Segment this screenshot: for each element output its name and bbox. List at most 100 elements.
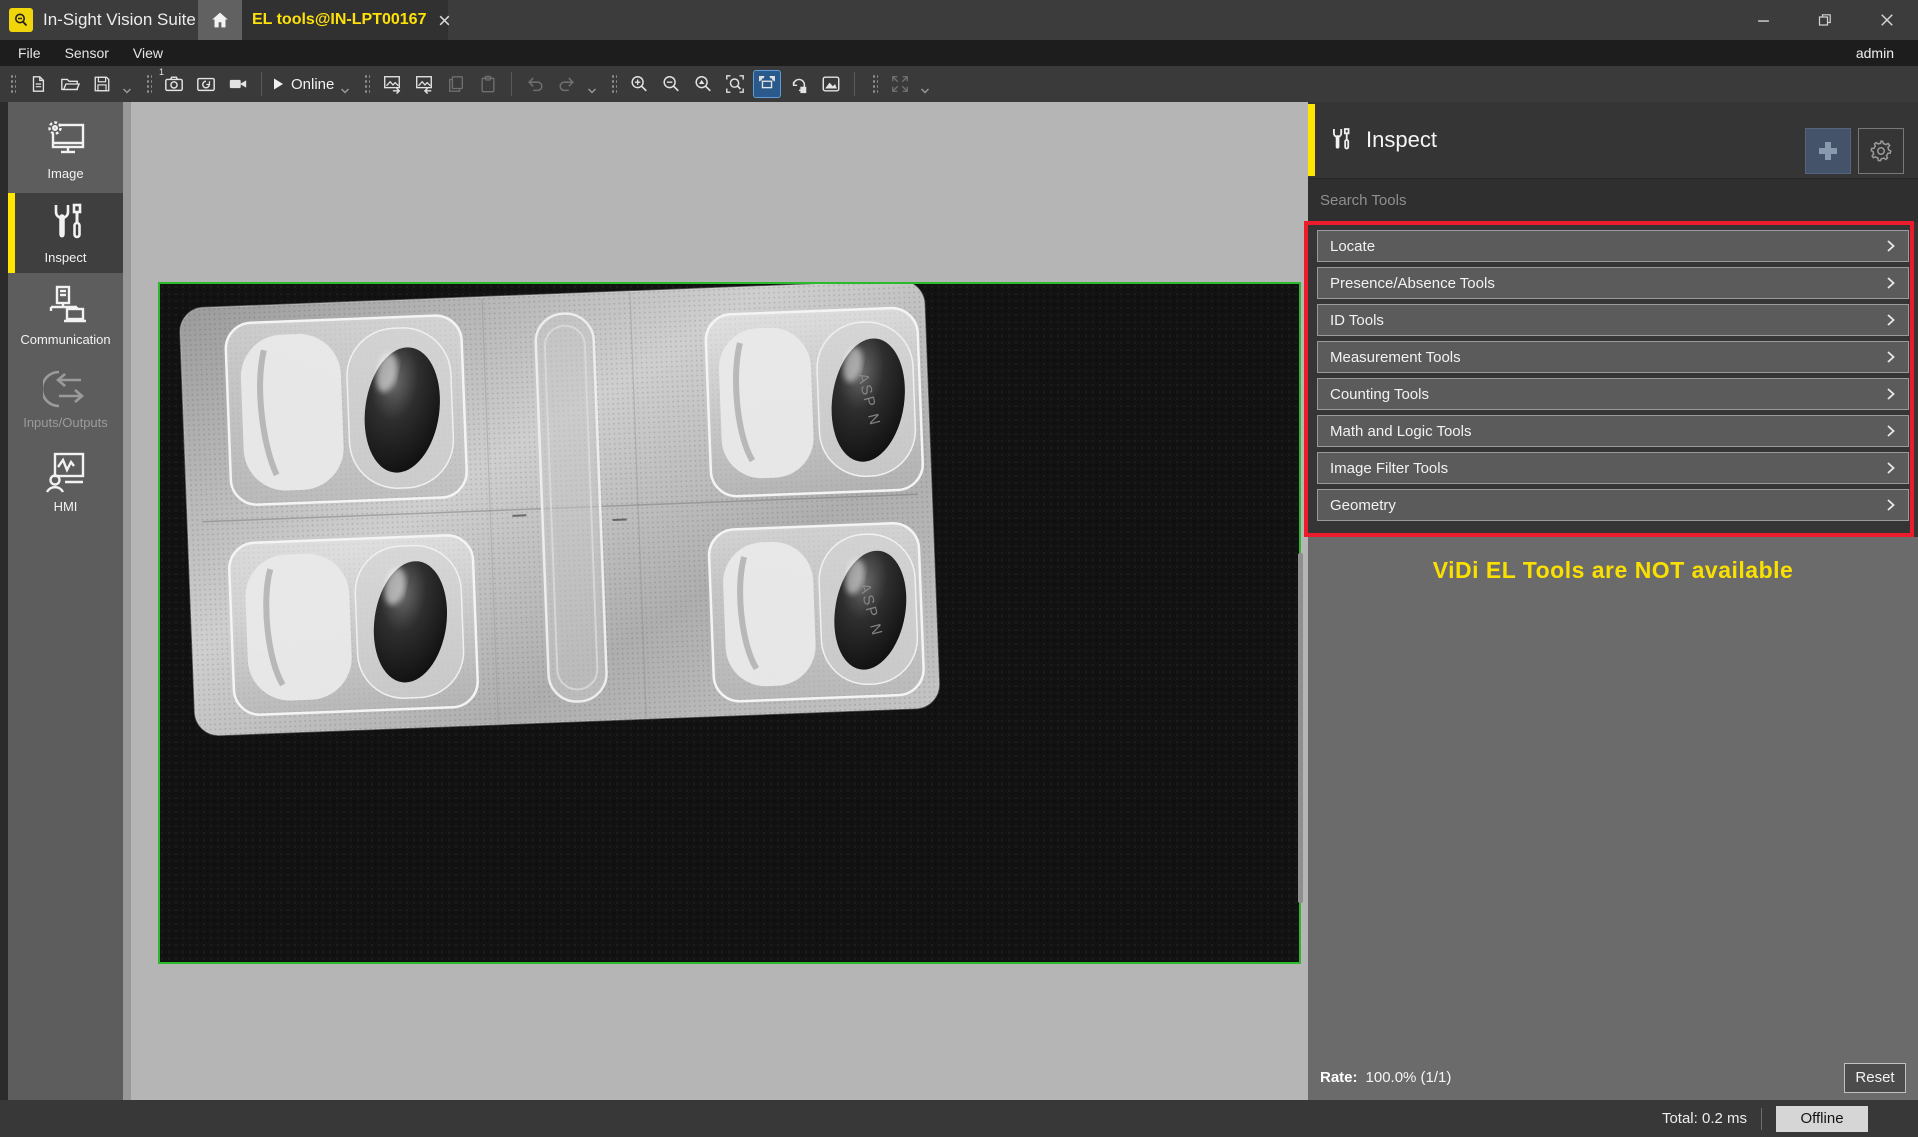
panel-title: Inspect <box>1366 127 1437 153</box>
chevron-right-icon <box>1885 424 1896 438</box>
blister-pod: ASP N <box>705 307 924 497</box>
tool-category-locate[interactable]: Locate <box>1317 230 1909 262</box>
acquired-image[interactable]: ASP N <box>158 282 1301 964</box>
acquire-badge: 1 <box>159 67 164 77</box>
inspect-panel-header: Inspect <box>1308 102 1918 178</box>
tool-category-math-logic[interactable]: Math and Logic Tools <box>1317 415 1909 447</box>
chevron-right-icon <box>1885 461 1896 475</box>
inspect-icon <box>1326 125 1354 155</box>
home-tab[interactable] <box>198 0 242 40</box>
sidebar-item-label: HMI <box>54 499 78 514</box>
tool-category-image-filter[interactable]: Image Filter Tools <box>1317 452 1909 484</box>
image-display-button[interactable] <box>818 71 844 97</box>
tool-category-presence-absence[interactable]: Presence/Absence Tools <box>1317 267 1909 299</box>
inputs-outputs-step-icon <box>43 368 89 410</box>
hmi-step-icon <box>43 450 89 494</box>
file-group-overflow[interactable] <box>122 71 132 97</box>
status-separator <box>1761 1108 1762 1130</box>
sidebar-item-image[interactable]: Image <box>8 110 123 190</box>
tool-category-counting[interactable]: Counting Tools <box>1317 378 1909 410</box>
zoom-region-button[interactable] <box>722 71 748 97</box>
fullscreen-button[interactable] <box>887 71 913 97</box>
chevron-right-icon <box>1885 387 1896 401</box>
blister-pod <box>228 534 478 715</box>
rate-label: Rate: <box>1320 1069 1358 1086</box>
live-acquire-button[interactable] <box>193 71 219 97</box>
toolbar-grip[interactable] <box>872 73 878 95</box>
main-toolbar: 1 Online <box>0 66 1918 102</box>
menu-bar: File Sensor View admin <box>0 40 1918 66</box>
tool-settings-button[interactable] <box>1858 128 1904 174</box>
new-job-button[interactable] <box>25 71 51 97</box>
reset-button[interactable]: Reset <box>1844 1063 1906 1093</box>
application-window: In-Sight Vision Suite EL tools@IN-LPT001… <box>0 0 1918 1137</box>
sidebar-splitter[interactable] <box>123 102 131 1100</box>
canvas-scrollbar[interactable] <box>1298 553 1303 903</box>
rotate-image-button[interactable] <box>786 71 812 97</box>
sidebar-item-communication[interactable]: Communication <box>8 276 123 356</box>
image-canvas[interactable]: ASP N <box>131 102 1308 1100</box>
vidi-unavailable-notice: ViDi EL Tools are NOT available <box>1308 557 1918 584</box>
chevron-right-icon <box>1885 276 1896 290</box>
zoom-out-button[interactable] <box>658 71 684 97</box>
load-image-button[interactable] <box>411 71 437 97</box>
blister-pack-photo: ASP N <box>160 284 1299 962</box>
toolbar-grip[interactable] <box>146 73 152 95</box>
toolbar-grip[interactable] <box>611 73 617 95</box>
sidebar-item-hmi[interactable]: HMI <box>8 442 123 522</box>
menu-view[interactable]: View <box>121 40 175 66</box>
sidebar-item-inputs-outputs[interactable]: Inputs/Outputs <box>8 359 123 439</box>
fit-image-button[interactable] <box>754 71 780 97</box>
add-tool-button[interactable] <box>1805 128 1851 174</box>
open-job-button[interactable] <box>57 71 83 97</box>
chevron-right-icon <box>1885 239 1896 253</box>
app-title: In-Sight Vision Suite <box>43 10 196 30</box>
menu-file[interactable]: File <box>0 40 53 66</box>
edit-group-overflow[interactable] <box>587 71 597 97</box>
zoom-in-button[interactable] <box>626 71 652 97</box>
toolbar-separator <box>854 72 855 96</box>
tool-search-input[interactable] <box>1308 179 1918 222</box>
online-toggle[interactable]: Online <box>271 76 334 93</box>
save-job-button[interactable] <box>89 71 115 97</box>
online-overflow[interactable] <box>340 71 350 97</box>
tool-category-measurement[interactable]: Measurement Tools <box>1317 341 1909 373</box>
sidebar-item-label: Inputs/Outputs <box>23 415 108 430</box>
menu-sensor[interactable]: Sensor <box>53 40 121 66</box>
communication-step-icon <box>43 285 89 327</box>
toolbar-separator <box>261 72 262 96</box>
inspect-step-icon <box>43 201 89 245</box>
tool-category-list: Locate Presence/Absence Tools ID Tools M… <box>1308 222 1918 521</box>
chevron-right-icon <box>1885 313 1896 327</box>
undo-button[interactable] <box>522 71 548 97</box>
close-button[interactable] <box>1856 0 1918 40</box>
tool-category-id[interactable]: ID Tools <box>1317 304 1909 336</box>
tool-search-row <box>1308 178 1918 222</box>
minimize-button[interactable] <box>1732 0 1794 40</box>
toolbar-grip[interactable] <box>10 73 16 95</box>
toolbar-separator <box>511 72 512 96</box>
acquire-single-image-button[interactable]: 1 <box>161 71 187 97</box>
connection-status-badge: Offline <box>1776 1106 1868 1132</box>
sidebar-item-inspect[interactable]: Inspect <box>8 193 123 273</box>
redo-button[interactable] <box>554 71 580 97</box>
restore-button[interactable] <box>1794 0 1856 40</box>
toolbar-grip[interactable] <box>364 73 370 95</box>
job-tab[interactable]: EL tools@IN-LPT00167 <box>242 0 448 40</box>
left-edge-strip <box>0 102 8 1100</box>
copy-button[interactable] <box>443 71 469 97</box>
zoom-fill-button[interactable] <box>690 71 716 97</box>
image-step-icon <box>43 119 89 161</box>
paste-button[interactable] <box>475 71 501 97</box>
title-bar: In-Sight Vision Suite EL tools@IN-LPT001… <box>0 0 1918 40</box>
rate-value: 100.0% (1/1) <box>1366 1069 1452 1086</box>
tool-category-geometry[interactable]: Geometry <box>1317 489 1909 521</box>
tab-close-icon[interactable] <box>438 14 451 27</box>
record-button[interactable] <box>225 71 251 97</box>
status-bar: Total: 0.2 ms Offline <box>0 1100 1918 1137</box>
chevron-right-icon <box>1885 498 1896 512</box>
save-image-button[interactable] <box>379 71 405 97</box>
view-group-overflow[interactable] <box>920 71 930 97</box>
window-controls <box>1732 0 1918 40</box>
plus-icon <box>1817 140 1839 162</box>
